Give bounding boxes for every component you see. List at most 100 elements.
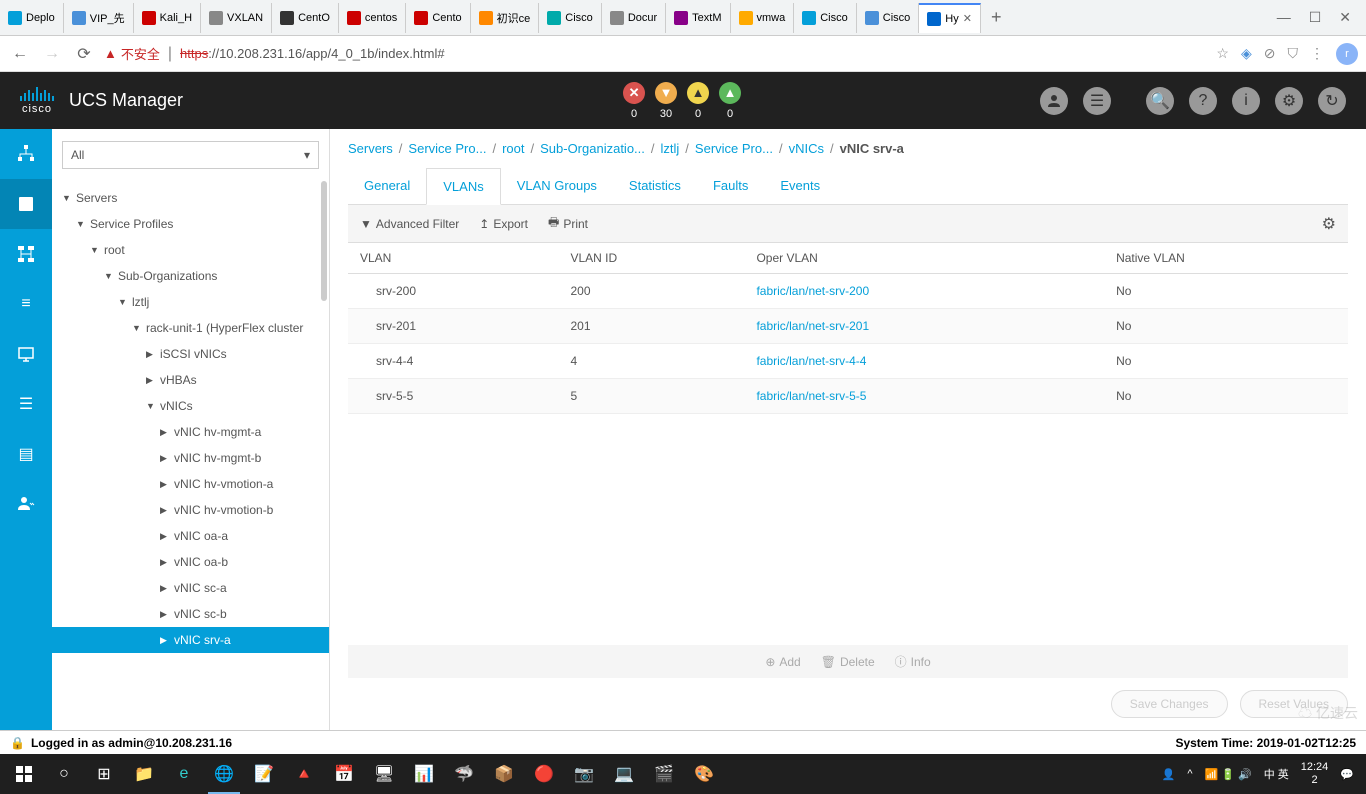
new-tab-button[interactable]: + (981, 7, 1012, 28)
blocker-icon[interactable]: ⊘ (1264, 45, 1276, 62)
export-button[interactable]: ↥ Export (479, 217, 528, 231)
tab-general[interactable]: General (348, 168, 426, 204)
info-icon[interactable]: i (1232, 87, 1260, 115)
tree-item[interactable]: ▶vNIC sc-a (52, 575, 329, 601)
explorer-icon[interactable]: 📁 (124, 754, 164, 794)
tab-faults[interactable]: Faults (697, 168, 764, 204)
tree-item[interactable]: ▼Sub-Organizations (52, 263, 329, 289)
nav-forward-icon[interactable]: → (40, 45, 64, 63)
breadcrumb-link[interactable]: Service Pro... (695, 141, 773, 156)
ime-icon[interactable]: 中 英 (1264, 766, 1289, 782)
browser-tab[interactable]: Kali_H (134, 3, 201, 33)
app2-icon[interactable]: 📊 (404, 754, 444, 794)
delete-button[interactable]: 🗑 Delete (821, 653, 875, 670)
rail-chassis-icon[interactable]: ▤ (0, 429, 52, 479)
tree-item[interactable]: ▶vNIC sc-b (52, 601, 329, 627)
app5-icon[interactable]: 💻 (604, 754, 644, 794)
tree-item[interactable]: ▶vNIC hv-vmotion-b (52, 497, 329, 523)
rail-admin-icon[interactable] (0, 479, 52, 529)
column-header[interactable]: VLAN (348, 243, 558, 274)
security-warning[interactable]: ▲ 不安全 (104, 44, 160, 63)
status-red[interactable]: ✕0 (623, 82, 645, 120)
vm-icon[interactable]: 📦 (484, 754, 524, 794)
breadcrumb-link[interactable]: lztlj (661, 141, 680, 156)
rail-lan-icon[interactable] (0, 229, 52, 279)
advanced-filter-button[interactable]: ▼ Advanced Filter (360, 217, 459, 231)
tree-item[interactable]: ▼lztlj (52, 289, 329, 315)
browser-tab[interactable]: Cento (406, 3, 470, 33)
tab-events[interactable]: Events (764, 168, 836, 204)
table-row[interactable]: srv-5-55fabric/lan/net-srv-5-5No (348, 379, 1348, 414)
tree-item[interactable]: ▶iSCSI vNICs (52, 341, 329, 367)
column-header[interactable]: VLAN ID (558, 243, 744, 274)
rail-servers-icon[interactable] (0, 179, 52, 229)
rail-storage-icon[interactable]: ☰ (0, 379, 52, 429)
status-green[interactable]: ▲0 (719, 82, 741, 120)
wireshark-icon[interactable]: 🦈 (444, 754, 484, 794)
table-row[interactable]: srv-201201fabric/lan/net-srv-201No (348, 309, 1348, 344)
vlc-icon[interactable]: 🔺 (284, 754, 324, 794)
tree-item[interactable]: ▶vNIC hv-mgmt-b (52, 445, 329, 471)
tray-chevron-icon[interactable]: ^ (1187, 768, 1192, 780)
menu-icon[interactable]: ⋮ (1310, 45, 1324, 62)
scrollbar[interactable] (321, 181, 327, 301)
start-button[interactable] (4, 754, 44, 794)
tree-item[interactable]: ▼root (52, 237, 329, 263)
app1-icon[interactable]: 🖥 (364, 754, 404, 794)
browser-tab[interactable]: VXLAN (201, 3, 272, 33)
notifications-icon[interactable]: 💬 (1340, 768, 1354, 781)
browser-tab[interactable]: TextM (666, 3, 730, 33)
profile-avatar[interactable]: r (1336, 43, 1358, 65)
status-orange[interactable]: ▼30 (655, 82, 677, 120)
oper-vlan-link[interactable]: fabric/lan/net-srv-4-4 (756, 354, 866, 368)
tree-item[interactable]: ▶vNIC hv-vmotion-a (52, 471, 329, 497)
browser-tab[interactable]: CentO (272, 3, 339, 33)
tree-item[interactable]: ▶vNIC srv-a (52, 627, 329, 653)
app6-icon[interactable]: 🎬 (644, 754, 684, 794)
browser-tab[interactable]: Cisco (857, 3, 920, 33)
oper-vlan-link[interactable]: fabric/lan/net-srv-201 (756, 319, 869, 333)
browser-tab[interactable]: 初识ce (471, 3, 540, 33)
window-maximize[interactable]: ☐ (1309, 9, 1322, 26)
tab-vlans[interactable]: VLANs (426, 168, 500, 205)
app3-icon[interactable]: 🔴 (524, 754, 564, 794)
shield-icon[interactable]: ⛉ (1288, 45, 1299, 62)
column-header[interactable]: Native VLAN (1104, 243, 1348, 274)
breadcrumb-link[interactable]: root (502, 141, 524, 156)
column-header[interactable]: Oper VLAN (744, 243, 1104, 274)
save-changes-button[interactable]: Save Changes (1111, 690, 1228, 718)
filter-dropdown[interactable]: All▾ (62, 141, 319, 169)
browser-tab[interactable]: vmwa (731, 3, 795, 33)
breadcrumb-link[interactable]: Servers (348, 141, 393, 156)
table-row[interactable]: srv-200200fabric/lan/net-srv-200No (348, 274, 1348, 309)
taskview-icon[interactable]: ⊞ (84, 754, 124, 794)
rail-equipment-icon[interactable] (0, 129, 52, 179)
extension-icon[interactable]: ◈ (1241, 45, 1252, 62)
ie-icon[interactable]: e (164, 754, 204, 794)
oper-vlan-link[interactable]: fabric/lan/net-srv-5-5 (756, 389, 866, 403)
table-settings-icon[interactable]: ⚙ (1322, 214, 1336, 234)
browser-tab[interactable]: Deplo (0, 3, 64, 33)
tree-item[interactable]: ▼vNICs (52, 393, 329, 419)
refresh-icon[interactable]: ↻ (1318, 87, 1346, 115)
url-field[interactable]: https://10.208.231.16/app/4_0_1b/index.h… (180, 46, 1208, 61)
app4-icon[interactable]: 📷 (564, 754, 604, 794)
status-yellow[interactable]: ▲0 (687, 82, 709, 120)
list-icon[interactable]: ☰ (1083, 87, 1111, 115)
browser-tab[interactable]: Docur (602, 3, 666, 33)
breadcrumb-link[interactable]: Service Pro... (408, 141, 486, 156)
tab-statistics[interactable]: Statistics (613, 168, 697, 204)
clock[interactable]: 12:242 (1301, 761, 1329, 787)
tray-icons[interactable]: 📶 🔋 🔊 (1205, 768, 1252, 781)
search-icon[interactable]: 🔍 (1146, 87, 1174, 115)
user-icon[interactable] (1040, 87, 1068, 115)
breadcrumb-link[interactable]: Sub-Organizatio... (540, 141, 645, 156)
calendar-icon[interactable]: 📅 (324, 754, 364, 794)
nav-back-icon[interactable]: ← (8, 45, 32, 63)
help-icon[interactable]: ? (1189, 87, 1217, 115)
tree-item[interactable]: ▼Servers (52, 185, 329, 211)
tree-item[interactable]: ▶vNIC hv-mgmt-a (52, 419, 329, 445)
sublime-icon[interactable]: 📝 (244, 754, 284, 794)
table-row[interactable]: srv-4-44fabric/lan/net-srv-4-4No (348, 344, 1348, 379)
oper-vlan-link[interactable]: fabric/lan/net-srv-200 (756, 284, 869, 298)
